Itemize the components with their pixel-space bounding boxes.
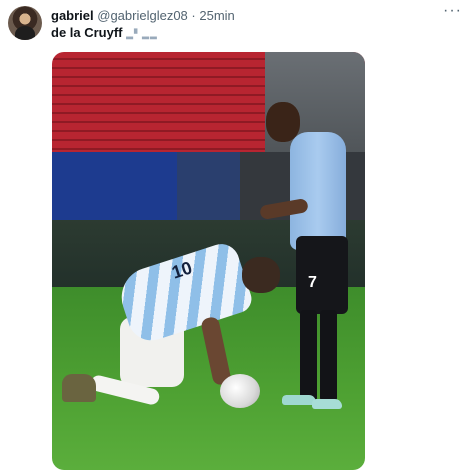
- standing-player-leg-right: [320, 310, 337, 402]
- display-name[interactable]: gabriel: [51, 8, 94, 23]
- kneeling-player-head: [242, 257, 280, 293]
- tweet-header: gabriel @gabrielglez08 · 25min: [51, 8, 235, 23]
- soccer-ball: [220, 374, 260, 408]
- kneeling-player-boot: [62, 374, 96, 402]
- user-handle[interactable]: @gabrielglez08: [97, 8, 188, 23]
- standing-player-shorts: [296, 236, 348, 314]
- separator: ·: [191, 8, 196, 23]
- emoji-icons: ▂▘▂▂: [126, 29, 158, 39]
- tweet-text: de la Cruyff ▂▘▂▂: [51, 25, 158, 40]
- standing-player-boot-right: [312, 399, 342, 409]
- standing-player-shirt: [290, 132, 346, 250]
- more-options-icon[interactable]: ···: [443, 2, 462, 20]
- tweet-text-main: de la Cruyff: [51, 25, 123, 40]
- tweet-media-image[interactable]: 7 10: [52, 52, 365, 470]
- standing-player-leg-left: [300, 310, 317, 402]
- standing-player-number: 7: [308, 274, 317, 291]
- avatar[interactable]: [8, 6, 42, 40]
- standing-player-boot-left: [282, 395, 316, 405]
- timestamp[interactable]: 25min: [199, 8, 234, 23]
